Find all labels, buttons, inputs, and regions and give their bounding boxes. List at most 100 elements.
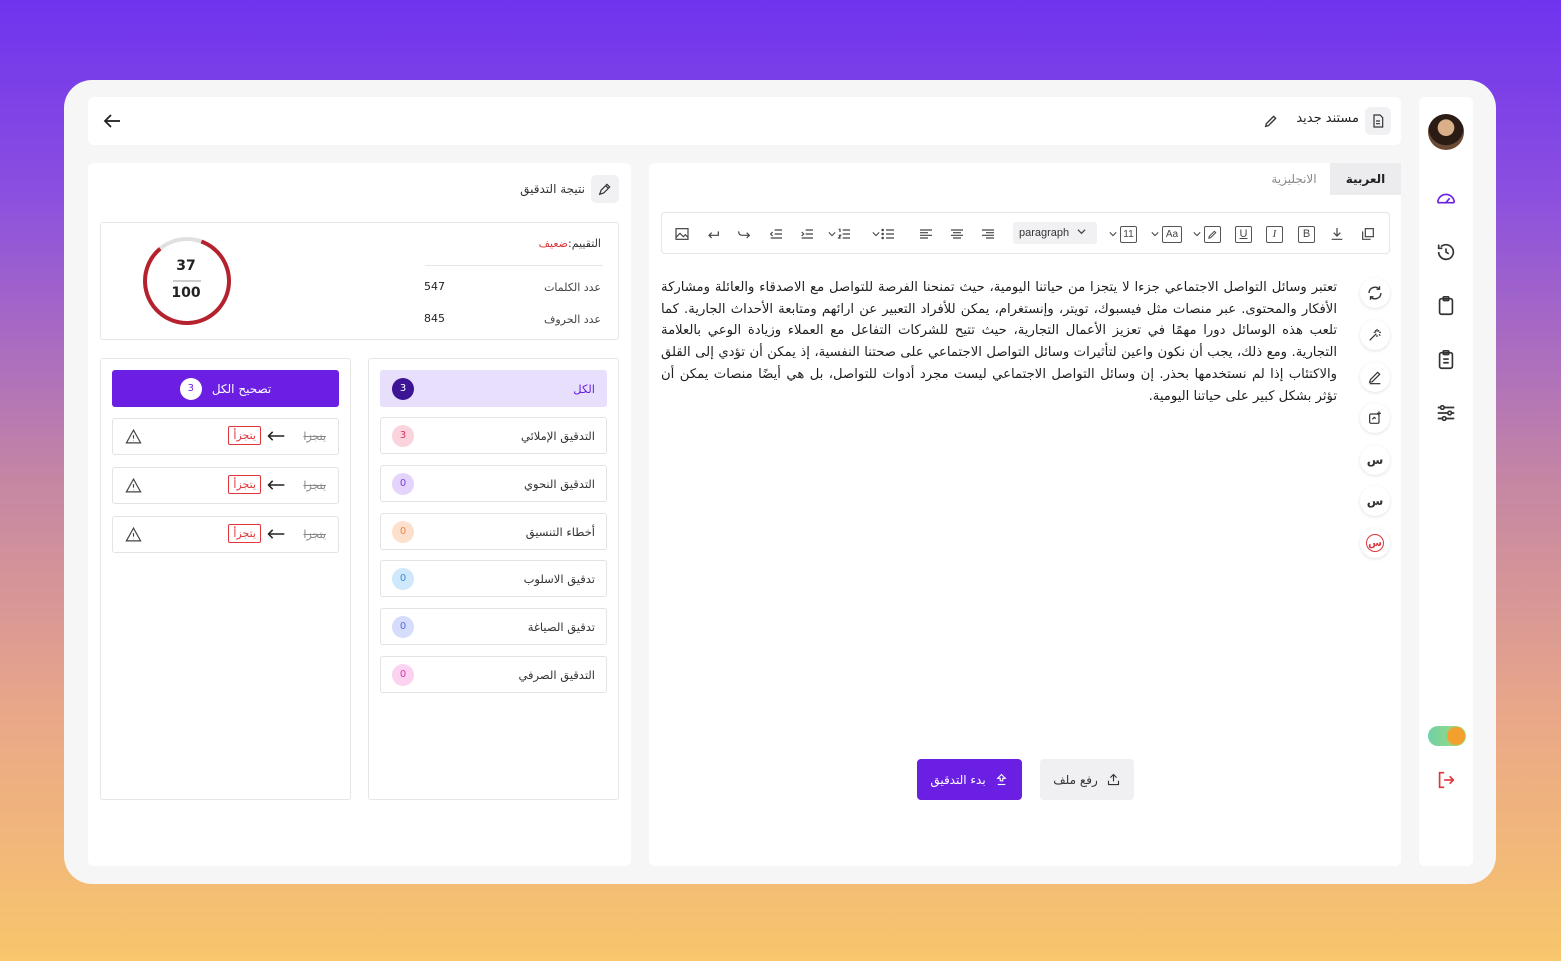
- category-count: 0: [392, 472, 414, 495]
- results-title: نتيجة التدقيق: [520, 182, 585, 196]
- upload-arrow-icon: [996, 773, 1007, 786]
- arrow-left-icon: [266, 428, 286, 448]
- fix-all-label: تصحيح الكل: [211, 381, 272, 396]
- underline-button[interactable]: U: [1235, 225, 1252, 243]
- category-grammar[interactable]: التدقيق النحوي 0: [380, 465, 607, 502]
- settings-sliders-icon[interactable]: [1433, 400, 1459, 426]
- category-style[interactable]: تدقيق الاسلوب 0: [380, 560, 607, 597]
- suggested-word[interactable]: يتجزأ: [228, 426, 261, 445]
- category-label: تدقيق الصياغة: [527, 619, 595, 634]
- edit-title-icon[interactable]: [1263, 113, 1279, 133]
- category-formatting[interactable]: أخطاء التنسيق 0: [380, 513, 607, 550]
- pen-icon[interactable]: [1360, 362, 1390, 392]
- paragraph-select[interactable]: paragraph: [1013, 222, 1097, 244]
- paragraph-select-label: paragraph: [1019, 227, 1070, 239]
- category-label: التدقيق النحوي: [524, 476, 595, 491]
- ordered-list-icon[interactable]: [828, 225, 852, 243]
- category-morphology[interactable]: التدقيق الصرفي 0: [380, 656, 607, 693]
- suggested-word[interactable]: يتجزأ: [228, 524, 261, 543]
- bold-label: B: [1298, 225, 1315, 243]
- editor-content[interactable]: تعتبر وسائل التواصل الاجتماعي جزءا لا يت…: [661, 277, 1337, 407]
- toggle-knob: [1447, 727, 1465, 745]
- bold-button[interactable]: B: [1298, 225, 1315, 243]
- score-value: 37: [176, 258, 196, 274]
- refresh-icon[interactable]: [1360, 278, 1390, 308]
- clipboard-list-icon[interactable]: [1433, 347, 1459, 373]
- results-header: نتيجة التدقيق: [520, 175, 619, 203]
- score-max: 100: [171, 285, 201, 301]
- text-case-value: Aa: [1162, 225, 1182, 243]
- correction-row[interactable]: يتجزا يتجزأ: [112, 516, 339, 553]
- letter-s2-icon[interactable]: س: [1360, 486, 1390, 516]
- align-center-icon[interactable]: [949, 225, 965, 243]
- download-icon[interactable]: [1329, 225, 1345, 243]
- original-word: يتجزا: [303, 528, 326, 541]
- original-word: يتجزا: [303, 430, 326, 443]
- warning-icon: [125, 477, 142, 498]
- theme-toggle[interactable]: [1428, 726, 1466, 746]
- divider: [425, 265, 603, 266]
- score-ring: 37 100: [141, 235, 233, 331]
- fix-all-count: 3: [179, 377, 202, 400]
- align-left-icon[interactable]: [918, 225, 934, 243]
- back-arrow-icon[interactable]: [100, 109, 124, 137]
- char-count-value: 845: [424, 312, 445, 325]
- tab-english[interactable]: الانجليزية: [1258, 163, 1330, 195]
- letter-s3-icon[interactable]: س: [1360, 528, 1390, 558]
- undo-icon[interactable]: [705, 225, 721, 243]
- word-count-value: 547: [424, 280, 445, 293]
- highlighter-icon: [1204, 225, 1221, 243]
- align-right-icon[interactable]: [980, 225, 996, 243]
- upload-file-button[interactable]: رفع ملف: [1040, 759, 1134, 800]
- fix-all-button[interactable]: تصحيح الكل 3: [112, 370, 339, 407]
- right-sidebar: [1419, 97, 1473, 866]
- category-list: الكل 3 التدقيق الإملائي 3 التدقيق النحوي…: [368, 358, 619, 800]
- category-count: 3: [392, 424, 414, 447]
- rating: التقييم:ضعيف: [539, 237, 601, 250]
- copy-icon[interactable]: [1360, 225, 1376, 243]
- arrow-left-icon: [266, 526, 286, 546]
- document-icon: [1365, 107, 1391, 135]
- char-count-label: عدد الحروف: [543, 313, 601, 326]
- tab-arabic[interactable]: العربية: [1330, 163, 1401, 195]
- bullet-list-icon[interactable]: [872, 225, 896, 243]
- underline-label: U: [1235, 225, 1252, 243]
- correction-row[interactable]: يتجزا يتجزأ: [112, 418, 339, 455]
- italic-button[interactable]: I: [1266, 225, 1283, 243]
- warning-icon: [125, 526, 142, 547]
- redo-icon[interactable]: [736, 225, 752, 243]
- letter-s3-label: س: [1366, 534, 1384, 552]
- category-all[interactable]: الكل 3: [380, 370, 607, 407]
- ai-edit-icon[interactable]: [1360, 403, 1390, 433]
- category-label: التدقيق الإملائي: [521, 428, 595, 443]
- start-check-label: بدء التدقيق: [930, 772, 986, 787]
- image-icon[interactable]: [674, 225, 690, 243]
- letter-s-icon[interactable]: س: [1360, 445, 1390, 475]
- outdent-icon[interactable]: [768, 225, 784, 243]
- document-title[interactable]: مستند جديد: [1296, 111, 1359, 126]
- pen-nib-icon: [591, 175, 619, 203]
- magic-icon[interactable]: [1360, 320, 1390, 350]
- category-count: 0: [392, 663, 414, 686]
- suggested-word[interactable]: يتجزأ: [228, 475, 261, 494]
- avatar[interactable]: [1428, 114, 1464, 150]
- history-icon[interactable]: [1433, 239, 1459, 265]
- category-wording[interactable]: تدقيق الصياغة 0: [380, 608, 607, 645]
- font-size-select[interactable]: 11: [1109, 225, 1137, 243]
- highlight-select[interactable]: [1193, 225, 1221, 243]
- category-count: 0: [392, 520, 414, 543]
- text-case-select[interactable]: Aa: [1151, 225, 1182, 243]
- rating-value: ضعيف: [538, 237, 569, 250]
- chevron-down-icon: [1077, 227, 1086, 239]
- clipboard-icon[interactable]: [1433, 293, 1459, 319]
- start-check-button[interactable]: بدء التدقيق: [917, 759, 1022, 800]
- indent-icon[interactable]: [799, 225, 815, 243]
- dashboard-icon[interactable]: [1433, 186, 1459, 212]
- arrow-left-icon: [266, 477, 286, 497]
- top-bar: مستند جديد: [88, 97, 1401, 145]
- correction-row[interactable]: يتجزا يتجزأ: [112, 467, 339, 504]
- category-spelling[interactable]: التدقيق الإملائي 3: [380, 417, 607, 454]
- font-size-value: 11: [1120, 225, 1137, 243]
- original-word: يتجزا: [303, 479, 326, 492]
- logout-icon[interactable]: [1433, 767, 1459, 793]
